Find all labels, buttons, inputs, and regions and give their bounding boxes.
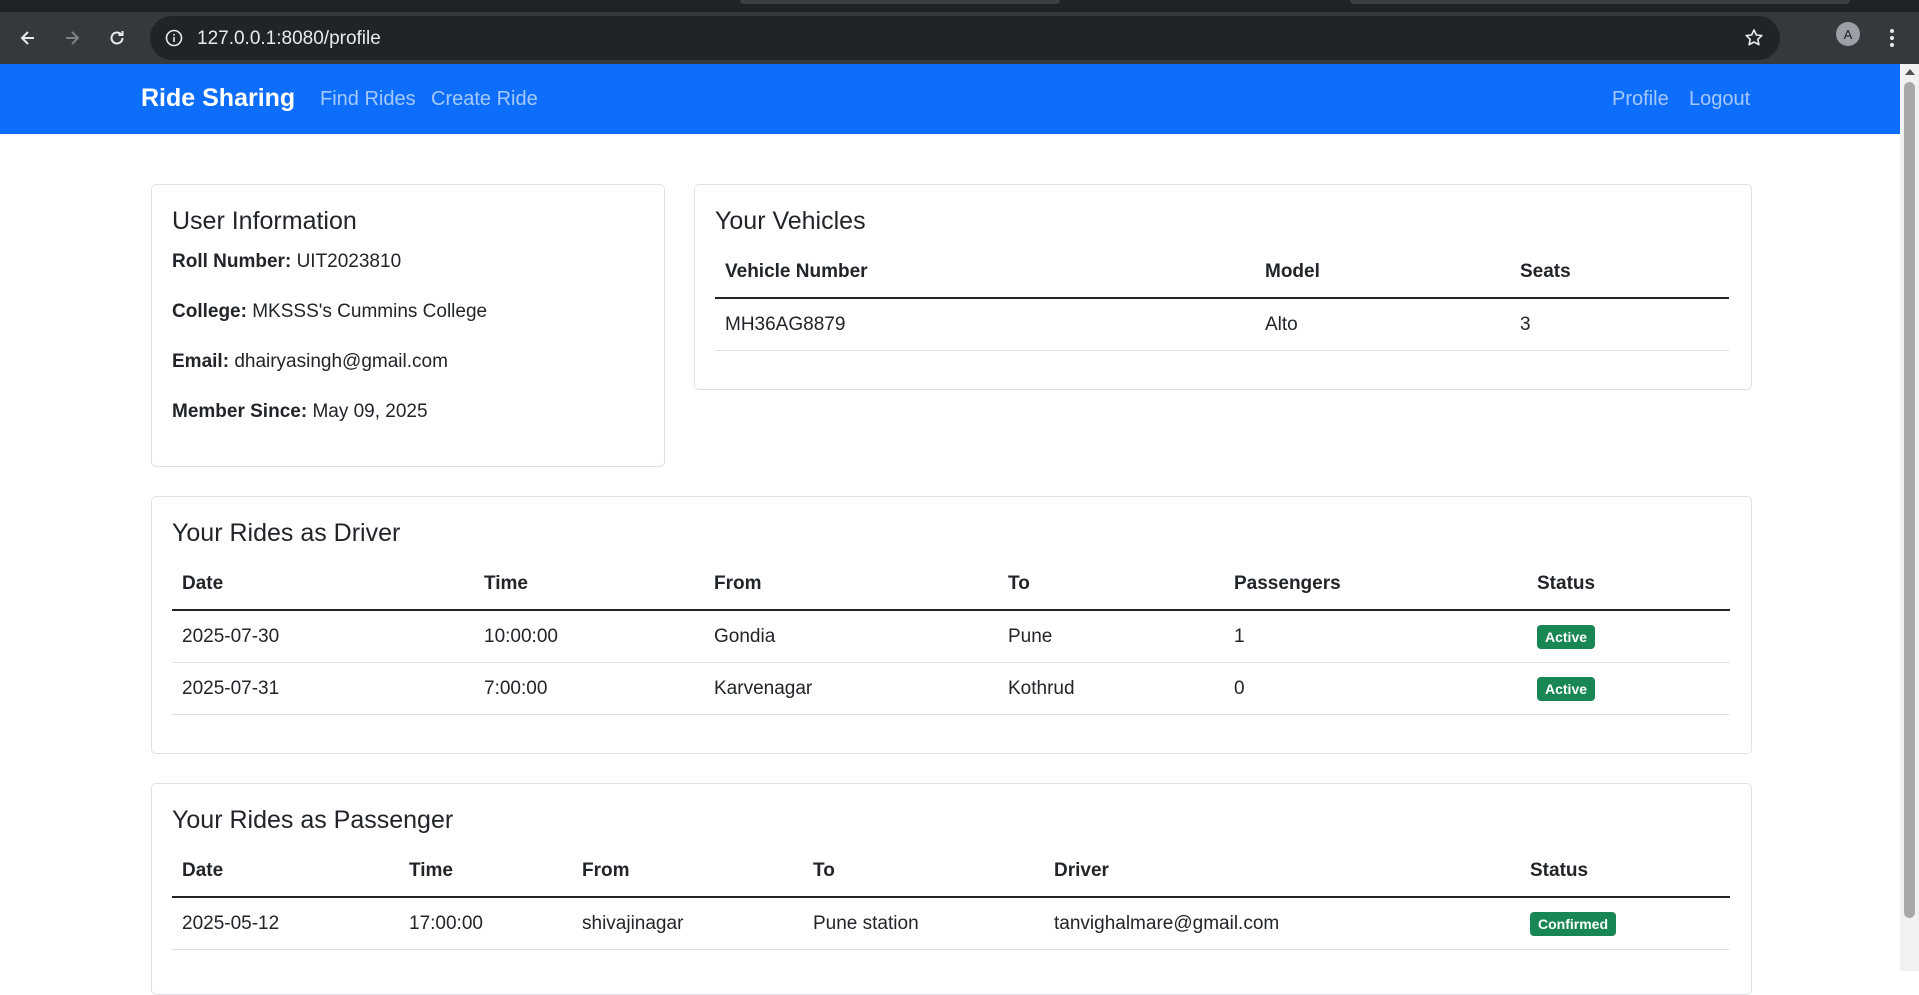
browser-tab[interactable] bbox=[740, 0, 1060, 4]
date-cell: 2025-05-12 bbox=[172, 897, 399, 950]
status-badge: Active bbox=[1537, 676, 1596, 701]
email-label: Email: bbox=[172, 351, 230, 372]
column-header: To bbox=[803, 846, 1044, 898]
date-cell: 2025-07-30 bbox=[172, 610, 474, 663]
driver-rides-title: Your Rides as Driver bbox=[172, 519, 401, 547]
passenger-rides-title: Your Rides as Passenger bbox=[172, 806, 454, 834]
column-header: Model bbox=[1255, 247, 1510, 299]
status-badge: Confirmed bbox=[1530, 911, 1616, 936]
roll-number-label: Roll Number: bbox=[172, 251, 292, 272]
from-cell: Karvenagar bbox=[704, 662, 998, 715]
column-header: To bbox=[998, 559, 1224, 611]
nav-profile[interactable]: Profile bbox=[1612, 88, 1669, 111]
back-icon[interactable] bbox=[12, 22, 44, 54]
browser-tab[interactable] bbox=[1350, 0, 1850, 4]
table-row: 2025-07-31 7:00:00 Karvenagar Kothrud 0 … bbox=[172, 662, 1730, 715]
college-label: College: bbox=[172, 301, 247, 322]
member-since-label: Member Since: bbox=[172, 401, 308, 422]
forward-icon[interactable] bbox=[56, 22, 88, 54]
vehicles-card: Your Vehicles Vehicle Number Model Seats… bbox=[694, 184, 1752, 390]
from-cell: shivajinagar bbox=[572, 897, 803, 950]
roll-number-value: UIT2023810 bbox=[296, 251, 402, 272]
bookmark-star-icon[interactable] bbox=[1742, 26, 1766, 50]
user-info-card: User Information Roll Number: UIT2023810… bbox=[151, 184, 665, 467]
column-header: Status bbox=[1520, 846, 1730, 898]
time-cell: 7:00:00 bbox=[474, 662, 704, 715]
table-header-row: Date Time From To Driver Status bbox=[172, 846, 1730, 898]
column-header: Passengers bbox=[1224, 559, 1527, 611]
table-header-row: Vehicle Number Model Seats bbox=[715, 247, 1729, 299]
email-row: Email: dhairyasingh@gmail.com bbox=[172, 351, 448, 373]
user-info-title: User Information bbox=[172, 207, 357, 235]
more-menu-icon[interactable] bbox=[1880, 22, 1904, 54]
table-row: MH36AG8879 Alto 3 bbox=[715, 298, 1729, 351]
to-cell: Pune station bbox=[803, 897, 1044, 950]
column-header: Seats bbox=[1510, 247, 1729, 299]
column-header: Date bbox=[172, 846, 399, 898]
column-header: From bbox=[572, 846, 803, 898]
college-row: College: MKSSS's Cummins College bbox=[172, 301, 487, 323]
column-header: Time bbox=[474, 559, 704, 611]
brand-link[interactable]: Ride Sharing bbox=[141, 84, 295, 113]
from-cell: Gondia bbox=[704, 610, 998, 663]
date-cell: 2025-07-31 bbox=[172, 662, 474, 715]
vehicle-number-cell: MH36AG8879 bbox=[715, 298, 1255, 351]
nav-find-rides[interactable]: Find Rides bbox=[320, 88, 416, 111]
member-since-row: Member Since: May 09, 2025 bbox=[172, 401, 428, 423]
nav-create-ride[interactable]: Create Ride bbox=[431, 88, 538, 111]
status-badge: Active bbox=[1537, 624, 1596, 649]
passenger-rides-card: Your Rides as Passenger Date Time From T… bbox=[151, 783, 1752, 995]
status-cell: Active bbox=[1527, 610, 1730, 663]
time-cell: 10:00:00 bbox=[474, 610, 704, 663]
status-cell: Confirmed bbox=[1520, 897, 1730, 950]
vehicle-seats-cell: 3 bbox=[1510, 298, 1729, 351]
column-header: From bbox=[704, 559, 998, 611]
address-bar[interactable]: 127.0.0.1:8080/profile bbox=[150, 16, 1780, 60]
member-since-value: May 09, 2025 bbox=[312, 401, 428, 422]
app-navbar: Ride Sharing Find Rides Create Ride Prof… bbox=[0, 64, 1900, 134]
column-header: Driver bbox=[1044, 846, 1520, 898]
reload-icon[interactable] bbox=[101, 22, 133, 54]
page-scrollbar[interactable] bbox=[1900, 64, 1919, 971]
nav-logout[interactable]: Logout bbox=[1689, 88, 1750, 111]
vehicles-table: Vehicle Number Model Seats MH36AG8879 Al… bbox=[715, 247, 1729, 351]
column-header: Date bbox=[172, 559, 474, 611]
driver-rides-card: Your Rides as Driver Date Time From To P… bbox=[151, 496, 1752, 754]
to-cell: Kothrud bbox=[998, 662, 1224, 715]
column-header: Vehicle Number bbox=[715, 247, 1255, 299]
driver-cell: tanvighalmare@gmail.com bbox=[1044, 897, 1520, 950]
site-info-icon[interactable] bbox=[163, 27, 185, 49]
browser-toolbar: 127.0.0.1:8080/profile A bbox=[0, 12, 1919, 64]
vehicle-model-cell: Alto bbox=[1255, 298, 1510, 351]
college-value: MKSSS's Cummins College bbox=[252, 301, 488, 322]
time-cell: 17:00:00 bbox=[399, 897, 572, 950]
status-cell: Active bbox=[1527, 662, 1730, 715]
table-header-row: Date Time From To Passengers Status bbox=[172, 559, 1730, 611]
email-value: dhairyasingh@gmail.com bbox=[234, 351, 448, 372]
scroll-up-icon[interactable] bbox=[1905, 69, 1915, 75]
roll-number-row: Roll Number: UIT2023810 bbox=[172, 251, 401, 273]
column-header: Status bbox=[1527, 559, 1730, 611]
passengers-cell: 0 bbox=[1224, 662, 1527, 715]
vehicles-title: Your Vehicles bbox=[715, 207, 866, 235]
driver-rides-table: Date Time From To Passengers Status 2025… bbox=[172, 559, 1730, 715]
passengers-cell: 1 bbox=[1224, 610, 1527, 663]
table-row: 2025-05-12 17:00:00 shivajinagar Pune st… bbox=[172, 897, 1730, 950]
to-cell: Pune bbox=[998, 610, 1224, 663]
url-text: 127.0.0.1:8080/profile bbox=[197, 28, 381, 49]
table-row: 2025-07-30 10:00:00 Gondia Pune 1 Active bbox=[172, 610, 1730, 663]
browser-tab-strip bbox=[0, 0, 1919, 12]
profile-avatar[interactable]: A bbox=[1836, 22, 1860, 46]
scroll-thumb[interactable] bbox=[1904, 82, 1915, 918]
passenger-rides-table: Date Time From To Driver Status 2025-05-… bbox=[172, 846, 1730, 950]
column-header: Time bbox=[399, 846, 572, 898]
